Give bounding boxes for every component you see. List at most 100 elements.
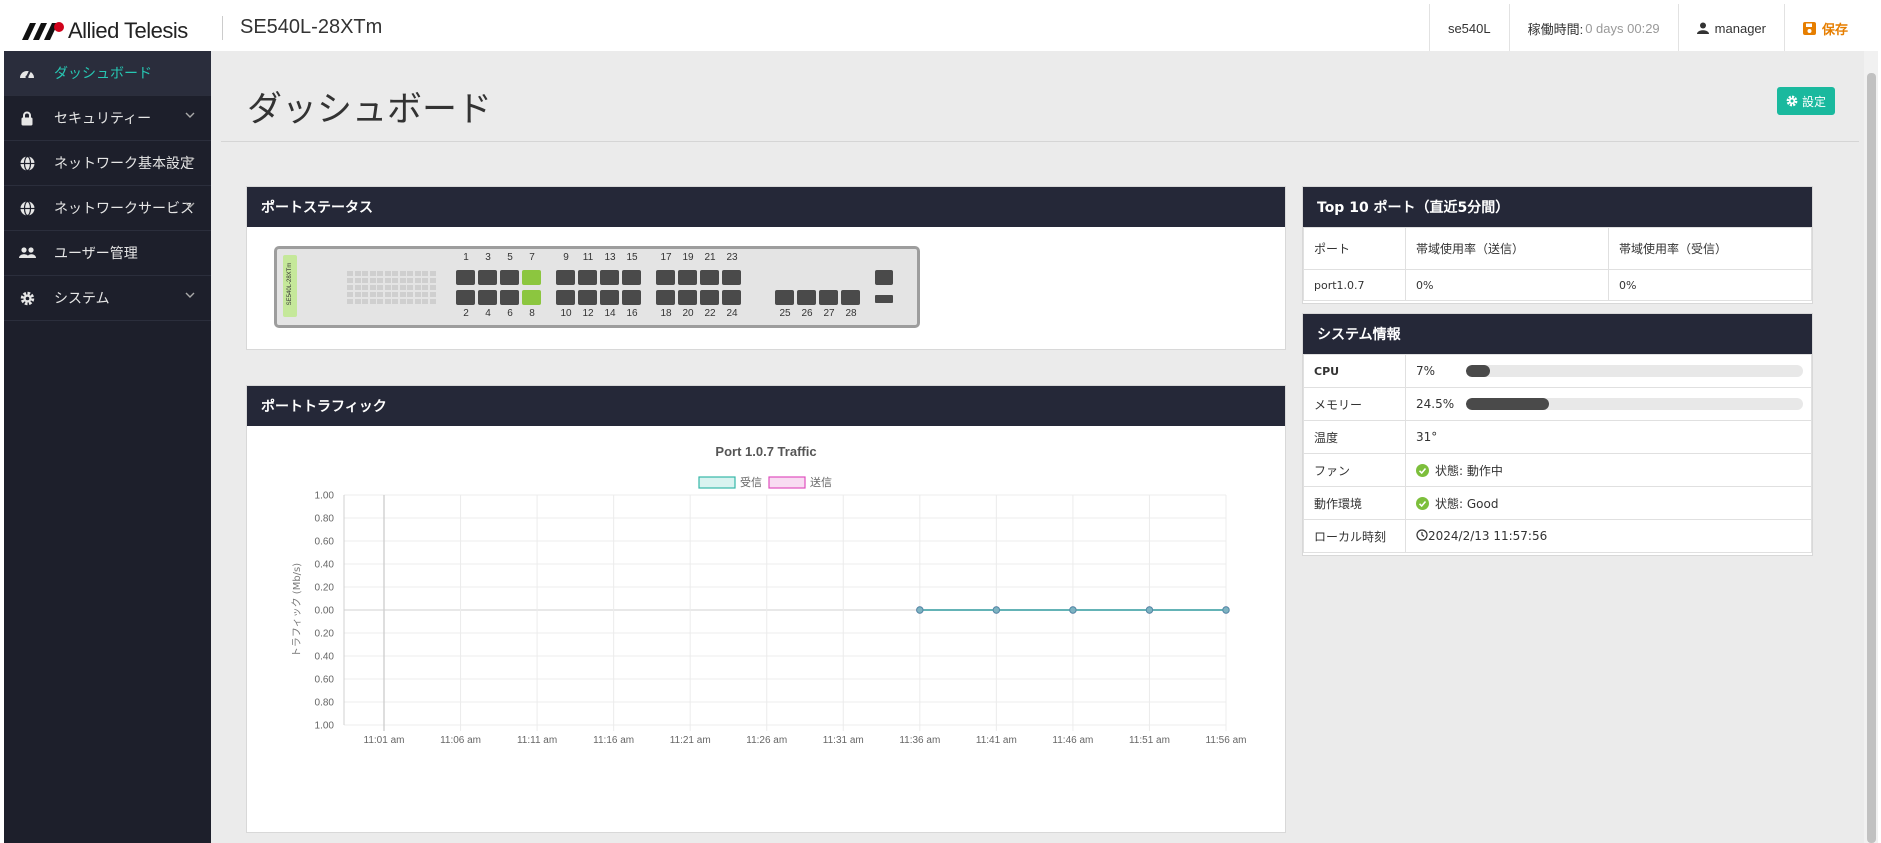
vent-slot [422,299,428,304]
fan-label: ファン [1303,453,1406,487]
switch-port[interactable] [700,290,719,305]
vent-slot [407,271,413,276]
port-number-label: 1 [463,252,469,263]
sfp-port[interactable] [841,290,860,305]
panel-title: システム情報 [1303,314,1812,354]
switch-port[interactable] [456,270,475,285]
sidebar-item-label: ネットワーク基本設定 [54,156,194,172]
switch-port[interactable] [478,290,497,305]
port-number-label: 15 [626,252,638,263]
sidebar-item-network-service[interactable]: ネットワークサービス [4,186,211,231]
save-button[interactable]: 保存 [1783,4,1866,52]
switch-port[interactable] [500,290,519,305]
switch-port[interactable] [556,290,575,305]
vent-slot [392,285,398,290]
sidebar-item-users[interactable]: ユーザー管理 [4,231,211,276]
table-row: CPU 7% [1303,354,1812,388]
data-point [1069,606,1077,614]
vent-slot [392,271,398,276]
allied-telesis-logo[interactable]: Allied Telesis [22,18,188,44]
sidebar-item-security[interactable]: セキュリティー [4,96,211,141]
table-row: メモリー 24.5% [1303,387,1812,421]
vent-grille [347,271,437,307]
switch-port[interactable] [678,270,697,285]
vent-slot [362,271,368,276]
switch-port[interactable] [656,270,675,285]
switch-port[interactable] [522,290,541,305]
switch-port[interactable] [600,270,619,285]
system-info-panel: システム情報 CPU 7% メモリー 24.5% 温度 31° ファン 状態: … [1302,313,1813,556]
vent-slot [384,278,391,283]
vent-slot [369,292,376,297]
table-row: ローカル時刻 2024/2/13 11:57:56 [1303,519,1812,553]
vent-slot [399,292,406,297]
table-row: port1.0.7 0% 0% [1303,269,1812,301]
port-number-label: 28 [845,308,857,319]
port-number-label: 19 [682,252,694,263]
switch-port[interactable] [578,270,597,285]
memory-progress-fill [1466,398,1549,410]
switch-port[interactable] [622,270,641,285]
env-value: 状態: Good [1435,496,1499,511]
switch-port[interactable] [722,290,741,305]
settings-button[interactable]: 設定 [1777,87,1835,115]
sfp-port[interactable] [797,290,816,305]
panel-title: Top 10 ポート（直近5分間） [1303,187,1812,227]
vent-slot [429,278,436,283]
vent-slot [414,299,421,304]
x-tick-label: 11:41 am [976,735,1017,746]
legend-label: 受信 [740,476,762,489]
switch-port[interactable] [556,270,575,285]
switch-port[interactable] [478,270,497,285]
vent-slot [407,285,413,290]
sfp-port[interactable] [775,290,794,305]
device-model-tag: SE540L-28XTm [283,255,297,317]
users-icon [18,244,36,262]
vent-slot [347,292,353,297]
vent-slot [407,278,413,283]
cpu-progress-fill [1466,365,1490,377]
vent-slot [362,292,368,297]
page-scrollbar[interactable] [1864,51,1878,843]
switch-port[interactable] [678,290,697,305]
clock-icon [1416,529,1428,541]
switch-port[interactable] [656,290,675,305]
sidebar-item-system[interactable]: システム [4,276,211,321]
sidebar-item-network-basic[interactable]: ネットワーク基本設定 [4,141,211,186]
vent-slot [362,285,368,290]
user-menu[interactable]: manager [1677,4,1784,52]
port-number-label: 6 [507,308,513,319]
vent-slot [414,292,421,297]
switch-port[interactable] [622,290,641,305]
settings-label: 設定 [1801,94,1826,109]
port-number-label: 13 [604,252,616,263]
switch-port[interactable] [500,270,519,285]
switch-port[interactable] [578,290,597,305]
console-port[interactable] [875,270,893,285]
top10-panel: Top 10 ポート（直近5分間） ポート 帯域使用率（送信） 帯域使用率（受信… [1302,186,1813,304]
logo-mark-icon [22,21,64,41]
switch-port[interactable] [722,270,741,285]
vent-slot [422,285,428,290]
port-number-label: 17 [660,252,672,263]
switch-port[interactable] [700,270,719,285]
uptime: 稼働時間: 0 days 00:29 [1508,4,1678,52]
sfp-port[interactable] [819,290,838,305]
switch-port[interactable] [522,270,541,285]
vent-slot [354,271,361,276]
scrollbar-thumb[interactable] [1867,73,1876,843]
switch-port[interactable] [456,290,475,305]
fan-value: 状態: 動作中 [1435,463,1503,478]
cpu-label: CPU [1303,354,1406,388]
vent-slot [399,299,406,304]
temp-value: 31° [1405,420,1812,454]
sidebar-item-dashboard[interactable]: ダッシュボード [4,51,211,96]
cpu-progress-bar [1466,365,1803,377]
vent-slot [429,299,436,304]
vent-slot [392,292,398,297]
port-number-label: 4 [485,308,491,319]
port-number-label: 2 [463,308,469,319]
usb-port[interactable] [875,295,893,303]
vent-slot [414,278,421,283]
switch-port[interactable] [600,290,619,305]
